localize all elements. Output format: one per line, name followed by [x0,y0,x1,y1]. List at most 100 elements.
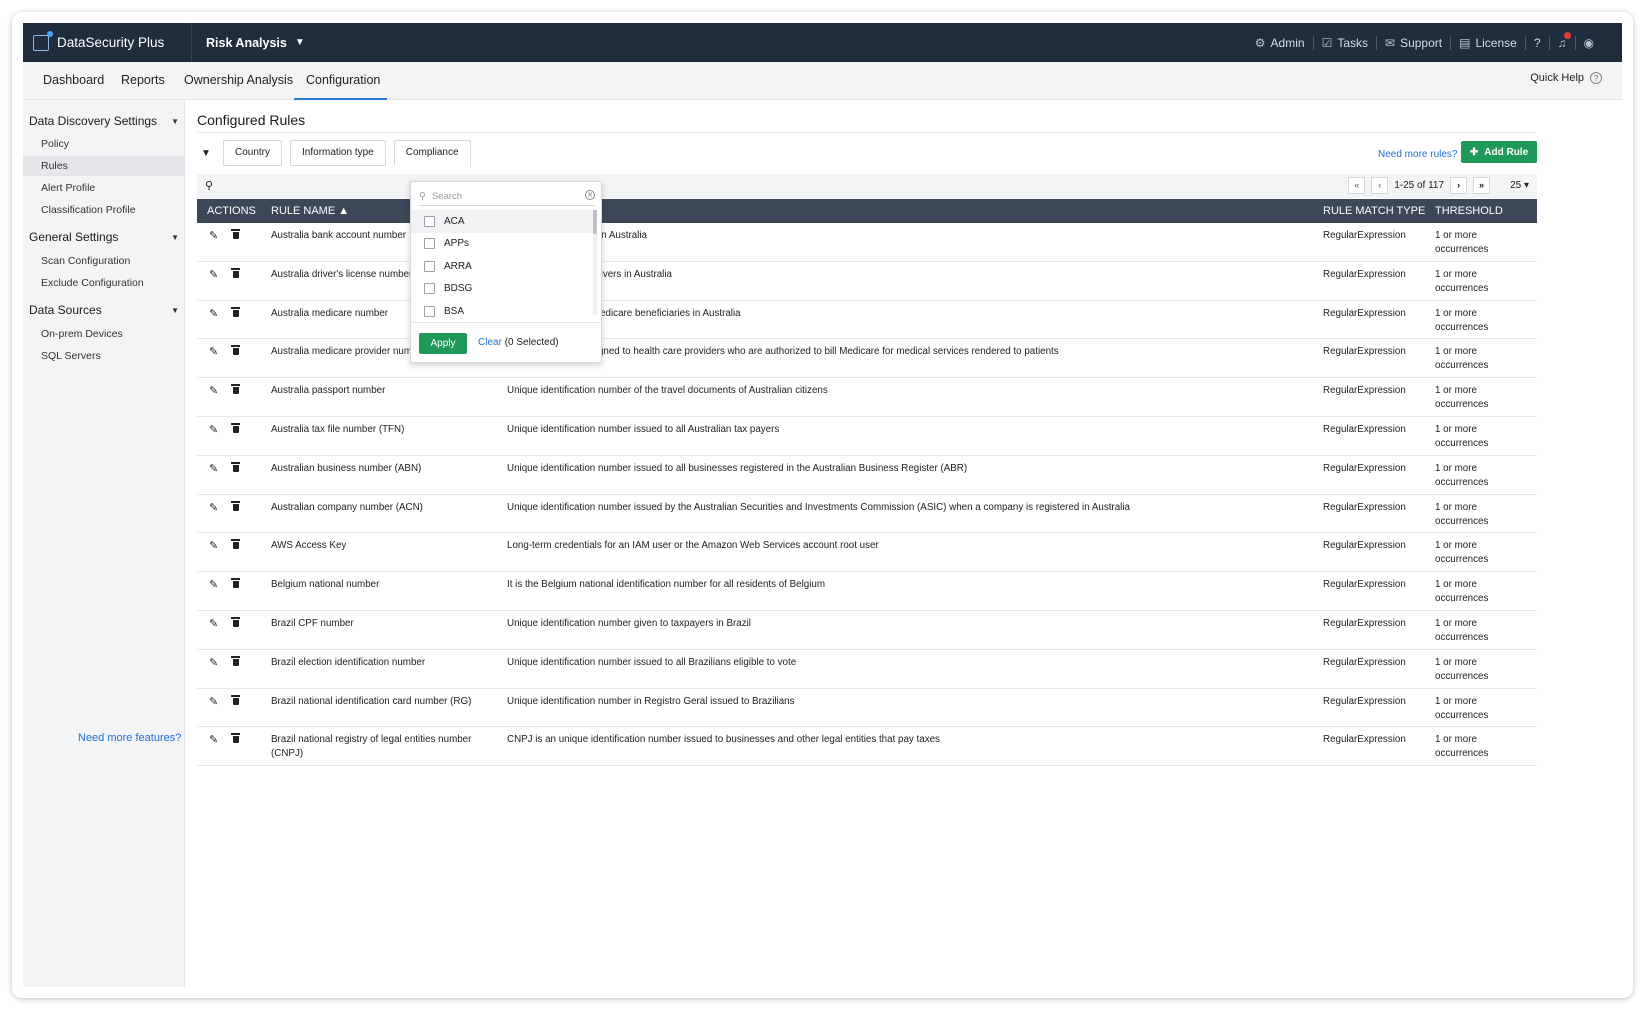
delete-trash-icon[interactable] [231,267,240,278]
compliance-option[interactable]: BDSG [411,278,597,301]
filter-funnel-icon[interactable]: ▼ [197,148,215,159]
delete-trash-icon[interactable] [231,539,240,550]
sidebar-section-data-discovery[interactable]: Data Discovery Settings ▼ [29,114,179,128]
sort-ascending-icon: ▲ [338,205,350,217]
alerts-button[interactable]: ♫ [1550,31,1576,50]
edit-pencil-icon[interactable]: ✎ [209,384,218,397]
tasks-link[interactable]: ☑ Tasks [1314,35,1378,50]
need-more-features-link[interactable]: Need more features? [78,732,181,744]
compliance-option[interactable]: ARRA [411,255,597,278]
sidebar-section-general-settings[interactable]: General Settings ▼ [29,230,179,244]
checkbox[interactable] [424,283,435,295]
support-link[interactable]: ✉ Support [1377,35,1452,50]
sidebar-item-sql-servers[interactable]: SQL Servers [23,346,184,366]
help-link[interactable]: ? [1526,35,1550,50]
rule-description: It is the Belgium national identificatio… [507,579,826,591]
dropdown-footer: Apply Clear (0 Selected) [411,322,601,362]
delete-trash-icon[interactable] [231,694,240,705]
tab-reports[interactable]: Reports [109,62,177,100]
question-circle-icon: ? [1590,72,1602,84]
delete-trash-icon[interactable] [231,578,240,589]
sidebar-item-on-prem-devices[interactable]: On-prem Devices [23,324,184,344]
compliance-option[interactable]: APPs [411,233,597,256]
edit-pencil-icon[interactable]: ✎ [209,617,218,630]
delete-trash-icon[interactable] [231,500,240,511]
information-type-filter-button[interactable]: Information type [290,140,386,166]
country-filter-button[interactable]: Country [223,140,283,166]
edit-pencil-icon[interactable]: ✎ [209,462,218,475]
edit-pencil-icon[interactable]: ✎ [209,656,218,669]
brand[interactable]: DataSecurity Plus [33,23,164,62]
user-menu-button[interactable]: ◉ [1576,36,1602,50]
sidebar-item-alert-profile[interactable]: Alert Profile [23,178,184,198]
delete-trash-icon[interactable] [231,461,240,472]
scrollbar[interactable] [593,210,597,315]
filter-bar: ▼ Country Information type Compliance [197,140,471,166]
checkbox[interactable] [424,305,435,317]
apply-button[interactable]: Apply [419,333,467,354]
checkbox[interactable] [424,238,435,250]
rule-name: Brazil national identification card numb… [271,695,472,707]
sidebar-item-policy[interactable]: Policy [23,134,184,154]
edit-pencil-icon[interactable]: ✎ [209,695,218,708]
sidebar-item-exclude-configuration[interactable]: Exclude Configuration [23,273,184,293]
checkbox[interactable] [424,215,435,227]
admin-link[interactable]: ⚙ Admin [1247,35,1314,50]
rule-description: Unique identification number of the trav… [507,385,828,397]
sidebar-section-data-sources[interactable]: Data Sources ▼ [29,303,179,317]
add-rule-button[interactable]: ✚ Add Rule [1461,141,1537,163]
support-label: Support [1400,35,1443,50]
edit-pencil-icon[interactable]: ✎ [209,539,218,552]
rule-description: umber issued to all medicare beneficiari… [507,307,741,319]
rule-name: Australian business number (ABN) [271,462,422,474]
tab-configuration[interactable]: Configuration [294,62,387,100]
delete-trash-icon[interactable] [231,422,240,433]
quick-help-link[interactable]: Quick Help ? [1530,72,1602,84]
page-size-select[interactable]: 25 ▾ [1510,180,1529,191]
tab-dashboard[interactable]: Dashboard [31,62,116,100]
support-chat-icon: ✉ [1385,35,1396,50]
edit-pencil-icon[interactable]: ✎ [209,268,218,281]
search-icon[interactable]: ⚲ [205,179,213,192]
prev-page-icon[interactable]: ‹ [1371,177,1389,194]
clear-search-icon[interactable]: ✕ [585,190,595,200]
edit-pencil-icon[interactable]: ✎ [209,229,218,242]
need-more-rules-link[interactable]: Need more rules? [1378,149,1457,160]
clear-link[interactable]: Clear [478,337,502,348]
delete-trash-icon[interactable] [231,616,240,627]
license-link[interactable]: ▤ License [1451,35,1526,50]
delete-trash-icon[interactable] [231,345,240,356]
sidebar-item-rules[interactable]: Rules [23,156,184,176]
delete-trash-icon[interactable] [231,229,240,239]
search-placeholder: Search [431,191,463,202]
column-rule-name[interactable]: RULE NAME ▲ [271,199,349,223]
sidebar-item-scan-configuration[interactable]: Scan Configuration [23,251,184,271]
edit-pencil-icon[interactable]: ✎ [209,423,218,436]
edit-pencil-icon[interactable]: ✎ [209,578,218,591]
edit-pencil-icon[interactable]: ✎ [209,345,218,358]
edit-pencil-icon[interactable]: ✎ [209,307,218,320]
dropdown-search[interactable]: ⚲ Search ✕ [419,188,595,206]
next-page-icon[interactable]: › [1450,177,1468,194]
rule-threshold: 1 or more occurrences [1435,385,1489,411]
compliance-option[interactable]: ACA [411,210,597,233]
first-page-icon[interactable]: « [1348,177,1366,194]
last-page-icon[interactable]: » [1473,177,1491,194]
tab-ownership-analysis[interactable]: Ownership Analysis [172,62,305,100]
edit-pencil-icon[interactable]: ✎ [209,733,218,746]
sidebar-item-classification-profile[interactable]: Classification Profile [23,200,184,220]
rule-match-type: RegularExpression [1323,385,1406,397]
help-label: ? [1533,35,1541,50]
compliance-filter-button[interactable]: Compliance [393,140,471,166]
delete-trash-icon[interactable] [231,384,240,395]
compliance-option[interactable]: BSA [411,300,597,320]
delete-trash-icon[interactable] [231,306,240,317]
quick-help-label: Quick Help [1530,72,1584,84]
edit-pencil-icon[interactable]: ✎ [209,501,218,514]
module-switcher[interactable]: Risk Analysis ▼ [206,23,305,62]
rule-description: Long-term credentials for an IAM user or… [507,540,879,552]
plus-icon: ✚ [1469,146,1479,158]
delete-trash-icon[interactable] [231,655,240,666]
delete-trash-icon[interactable] [231,733,240,744]
checkbox[interactable] [424,260,435,272]
